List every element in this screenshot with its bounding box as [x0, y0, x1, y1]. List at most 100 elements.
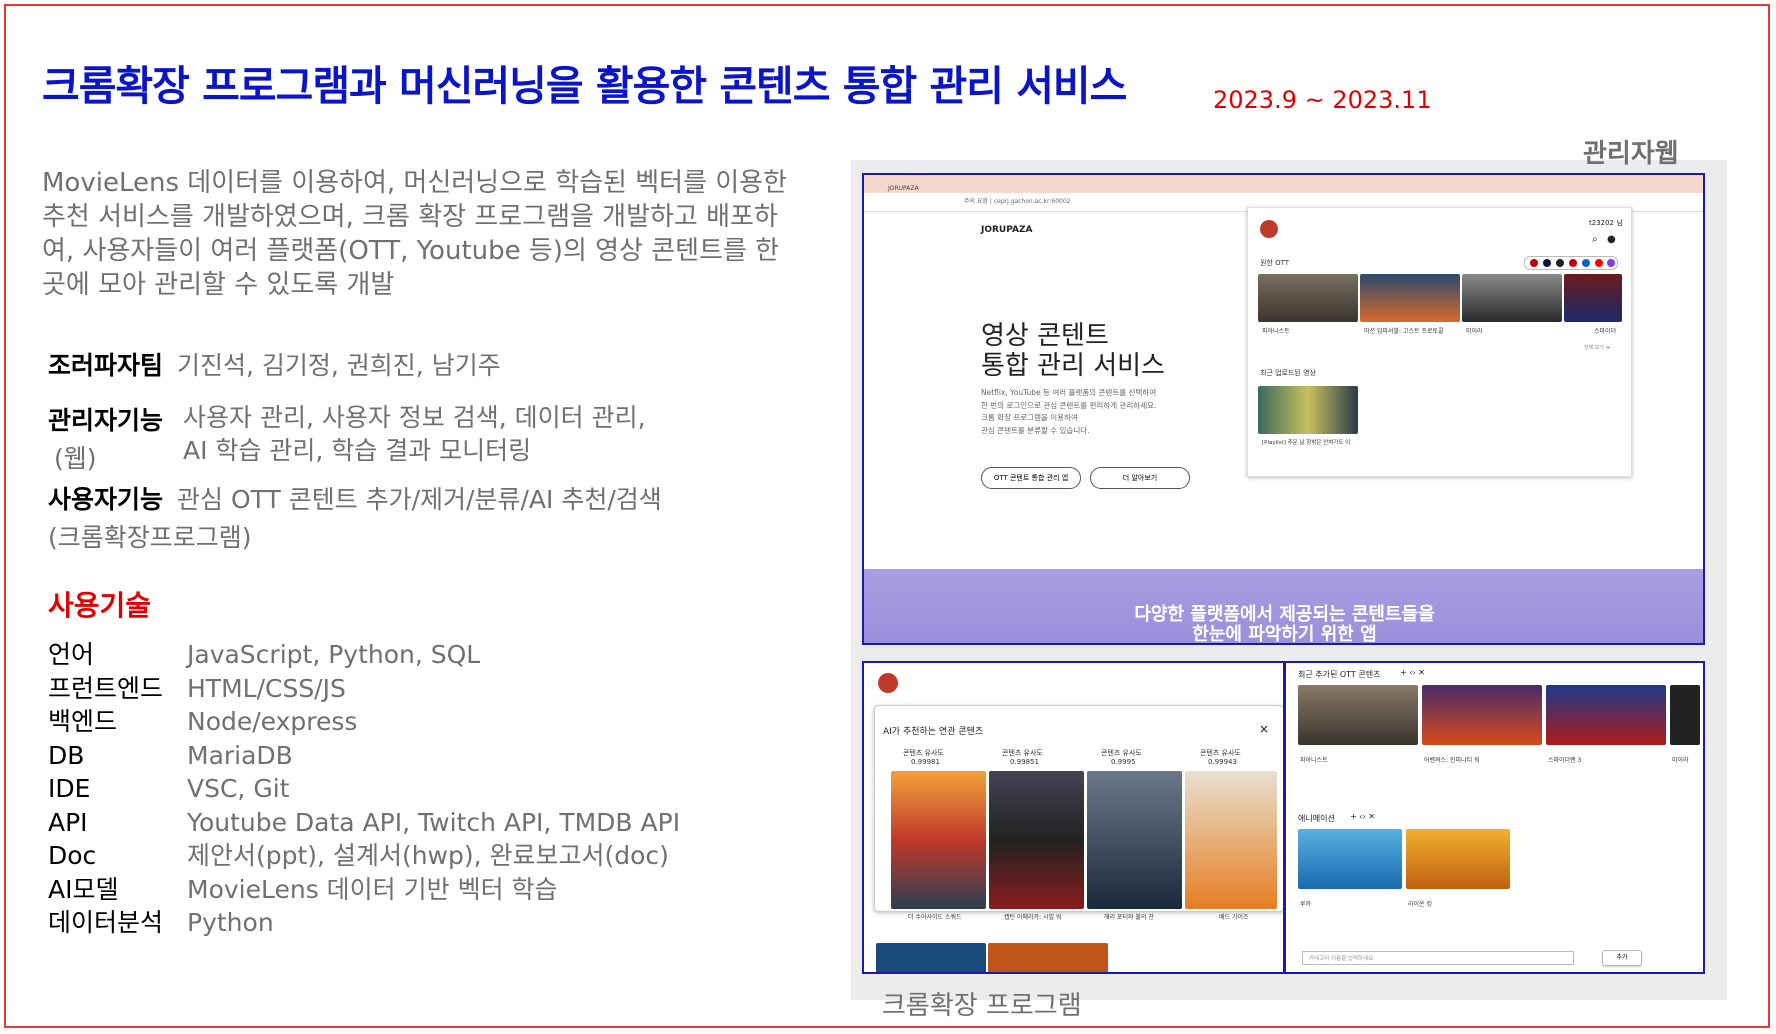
banner: 다양한 플랫폼에서 제공되는 콘텐트들을 한눈에 파악하기 위한 앱 [864, 569, 1703, 645]
tech-key: IDE [48, 774, 91, 803]
movie-poster[interactable] [1406, 829, 1510, 889]
tech-key: 백엔드 [48, 707, 118, 736]
hero-description: Netflix, YouTube 등 여러 플랫폼의 콘텐트를 선택하여 한 번… [981, 387, 1156, 437]
movie-title: 스파이더 [1594, 328, 1617, 335]
description-line: MovieLens 데이터를 이용하여, 머신러닝으로 학습된 벡터를 이용한 [42, 168, 788, 198]
similarity-label: 콘텐츠 유사도 [1101, 749, 1142, 757]
category-name-input[interactable]: 카테고리 이름을 입력하세요 [1302, 951, 1574, 965]
movie-title: 피아니스트 [1262, 328, 1290, 335]
movie-title: 미션 임파서블: 고스트 프로토콜 [1364, 328, 1444, 335]
description-line: 여, 사용자들이 여러 플랫폼(OTT, Youtube 등)의 영상 콘텐트를… [42, 236, 780, 266]
admin-feature-label: 관리자기능 (웹) [48, 401, 163, 475]
movie-title: 라이온 킹 [1408, 901, 1432, 908]
movie-poster[interactable] [1258, 274, 1358, 322]
tech-row: 백엔드 Node/express [48, 705, 680, 739]
rec-title: 해리 포터와 불의 잔 [1104, 914, 1154, 921]
movie-poster[interactable] [1670, 685, 1700, 745]
hero-title: 영상 콘텐트 통합 관리 서비스 [981, 321, 1165, 381]
rec-title: 더 수어사이드 스쿼드 [908, 914, 962, 921]
category-actions[interactable]: + ‹› ✕ [1400, 668, 1425, 677]
extension-popup: t23202 님 ⌕ ● 원한 OTT 피아니스트 미션 임파서블: 고스트 프… [1247, 207, 1632, 477]
ext-recommend-screenshot: AI가 추천하는 연관 콘텐츠 × 콘텐츠 유사도 0.99981 콘텐츠 유사… [862, 661, 1285, 974]
banner-line: 한눈에 파악하기 위한 앱 [1192, 624, 1377, 645]
ott-platform-icons[interactable] [1524, 256, 1618, 270]
tech-value: HTML/CSS/JS [187, 673, 346, 703]
movie-title: 스파이더맨 3 [1548, 757, 1582, 764]
rec-poster[interactable] [989, 771, 1084, 909]
site-brand[interactable]: JORUPAZA [981, 225, 1032, 235]
movie-poster[interactable] [1422, 685, 1542, 745]
browser-tabbar: JORUPAZA [864, 175, 1703, 193]
popup-username: t23202 님 [1589, 219, 1623, 227]
movie-poster[interactable] [988, 943, 1108, 972]
video-thumbnail[interactable] [1258, 386, 1358, 434]
ext-category-screenshot: 최근 추가된 OTT 콘텐츠 + ‹› ✕ 피아니스트 어벤져스: 인피니티 워… [1284, 661, 1705, 974]
learn-more-button[interactable]: 더 알아보기 [1090, 467, 1190, 489]
admin-feature-list: 사용자 관리, 사용자 정보 검색, 데이터 관리, AI 학습 관리, 학습 … [183, 401, 646, 467]
logo-icon [878, 673, 898, 693]
hero-desc-line: 크롬 확장 프로그램을 이용하여 [981, 413, 1078, 422]
similarity-score: 0.9995 [1111, 758, 1136, 766]
search-icon[interactable]: ⌕ [1592, 234, 1598, 245]
tech-row: DB MariaDB [48, 739, 680, 773]
hero-title-line: 통합 관리 서비스 [981, 351, 1165, 381]
movie-poster[interactable] [1360, 274, 1460, 322]
recent-videos-title: 최근 업로드된 영상 [1260, 369, 1316, 377]
rec-poster[interactable] [1087, 771, 1182, 909]
admin-web-screenshot: JORUPAZA 주의 요함 | ceprj.gachon.ac.kr:6000… [862, 173, 1705, 645]
tech-row: IDE VSC, Git [48, 772, 680, 806]
tech-key: DB [48, 740, 85, 770]
hero-desc-line: 한 번의 로그인으로 관심 콘텐트를 편리하게 관리하세요. [981, 400, 1157, 410]
category-actions[interactable]: + ‹› ✕ [1350, 812, 1375, 821]
similarity-label: 콘텐츠 유사도 [1002, 749, 1043, 757]
chrome-ext-caption: 크롬확장 프로그램 [882, 991, 1082, 1021]
tech-key: 데이터분석 [48, 908, 164, 937]
tech-value: 제안서(ppt), 설계서(hwp), 완료보고서(doc) [187, 841, 669, 870]
tech-row: 언어 JavaScript, Python, SQL [48, 638, 680, 672]
movie-poster[interactable] [1462, 274, 1562, 322]
admin-feature-line: 사용자 관리, 사용자 정보 검색, 데이터 관리, [183, 403, 646, 432]
project-period: 2023.9 ~ 2023.11 [1213, 86, 1432, 114]
tech-row: 데이터분석 Python [48, 906, 680, 940]
tech-title: 사용기술 [48, 589, 152, 622]
movie-title: 미이라 [1466, 328, 1483, 335]
animation-title: 애니메이션 [1298, 814, 1335, 823]
movie-poster[interactable] [1546, 685, 1666, 745]
hero-desc-line: 관심 콘텐트를 분류할 수 있습니다. [981, 425, 1090, 435]
user-icon[interactable]: ● [1607, 234, 1616, 245]
similarity-score: 0.99981 [911, 758, 940, 766]
video-title: [Playlist] 추운 날 창밖은 안쳐가도 이 [1262, 440, 1351, 446]
ott-app-button[interactable]: OTT 콘텐트 통합 관리 앱 [981, 467, 1081, 489]
user-feature-sub: (크롬확장프로그램) [48, 523, 252, 552]
tech-row: 프런트엔드 HTML/CSS/JS [48, 672, 680, 706]
movie-poster[interactable] [1298, 829, 1402, 889]
similarity-label: 콘텐츠 유사도 [1200, 749, 1241, 757]
close-icon[interactable]: × [1259, 722, 1269, 736]
tech-value: Node/express [187, 707, 358, 736]
admin-feature-title: 관리자기능 [48, 406, 164, 435]
user-feature-label: 사용자기능 관심 OTT 콘텐트 추가/제거/분류/AI 추천/검색 (크롬확장프… [48, 480, 662, 554]
similarity-score: 0.99851 [1010, 758, 1039, 766]
admin-web-caption: 관리자웹 [1583, 139, 1679, 169]
tech-row: Doc 제안서(ppt), 설계서(hwp), 완료보고서(doc) [48, 839, 680, 873]
movie-title: 피아니스트 [1300, 757, 1328, 764]
similarity-label: 콘텐츠 유사도 [903, 749, 944, 757]
tech-list: 언어 JavaScript, Python, SQL 프런트엔드 HTML/CSS/J… [48, 638, 680, 940]
team-members: 기진석, 김기정, 권희진, 남기주 [177, 351, 501, 380]
rec-title: 배드 가이즈 [1219, 914, 1249, 921]
tech-value: JavaScript, Python, SQL [187, 640, 481, 669]
add-category-button[interactable]: 추가 [1602, 950, 1642, 966]
team-label: 조러파자팀 [48, 351, 164, 380]
movie-poster[interactable] [1564, 274, 1622, 322]
hero-desc-line: Netflix, YouTube 등 여러 플랫폼의 콘텐트를 선택하여 [981, 388, 1157, 397]
movie-poster[interactable] [1298, 685, 1418, 745]
rec-poster[interactable] [891, 771, 986, 909]
ai-recommend-modal: AI가 추천하는 연관 콘텐츠 × 콘텐츠 유사도 0.99981 콘텐츠 유사… [874, 705, 1283, 968]
view-all-link[interactable]: 전체 보기 ≫ [1584, 344, 1611, 351]
tech-key: 언어 [48, 640, 95, 669]
tech-key: API [48, 807, 88, 837]
browser-tab[interactable]: JORUPAZA [888, 185, 919, 192]
recent-ott-title: 최근 추가된 OTT 콘텐츠 [1298, 670, 1381, 679]
movie-poster[interactable] [876, 943, 986, 972]
rec-poster[interactable] [1185, 771, 1277, 909]
